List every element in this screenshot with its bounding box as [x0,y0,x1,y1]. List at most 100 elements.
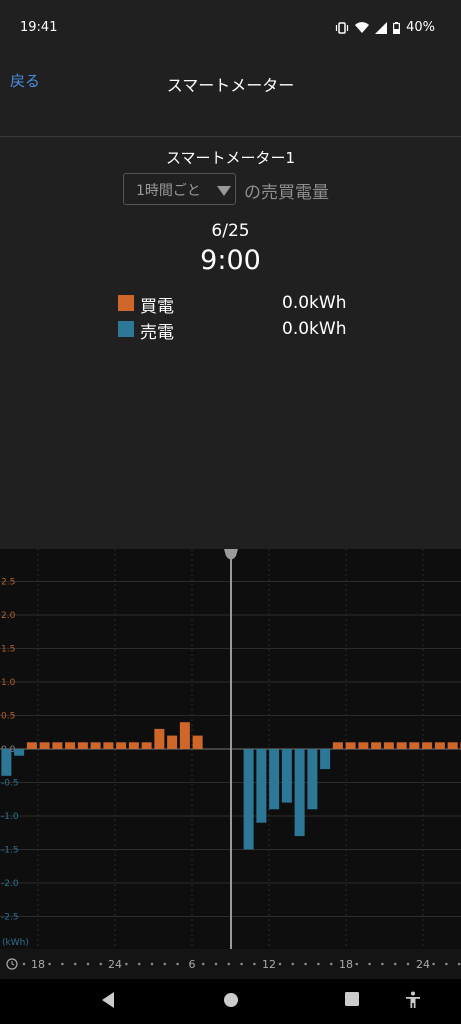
meter-panel: スマートメーター1 1時間ごと の売買電量 6/25 9:00 買電 0.0kW… [0,137,461,549]
back-icon[interactable] [100,991,116,1013]
buy-bar [409,742,420,749]
energy-chart[interactable]: 2.52.01.51.00.50.0-0.5-1.0-1.5-2.0-2.5(k… [0,549,461,949]
nav-bar: 戻る スマートメーター [0,58,461,137]
recents-icon[interactable] [344,991,360,1011]
buy-bar [192,735,203,749]
buy-bar [103,742,114,749]
chart-svg[interactable]: 2.52.01.51.00.50.0-0.5-1.0-1.5-2.0-2.5(k… [0,549,461,949]
dropdown-arrow-icon [217,184,231,200]
selected-date: 6/25 [211,221,250,241]
buy-bar [371,742,382,749]
buy-bar [358,742,369,749]
sell-bar [320,749,331,770]
sell-bar [281,749,292,803]
scrub-dot [381,962,384,966]
y-tick-label: 2.5 [1,578,15,588]
wifi-icon [355,21,370,34]
y-tick-label: -2.0 [1,879,19,889]
scrub-dot [227,962,231,966]
scrub-dot [73,962,77,966]
legend-buy: 買電 0.0kWh [118,292,358,317]
sell-bar [307,749,318,810]
home-icon[interactable] [222,991,240,1013]
y-tick-label: 2.0 [1,611,16,621]
y-tick-label: 0.5 [1,712,15,722]
unit-label: (kWh) [2,938,29,948]
status-time: 19:41 [20,20,58,35]
battery-icon [393,21,401,34]
buy-bar [383,742,394,749]
scrub-dot [432,962,435,966]
scrub-dot [368,962,371,966]
buy-bar [141,742,152,749]
system-nav-bar [0,979,461,1024]
buy-bar [65,742,76,749]
scrub-dot [393,962,397,966]
scrub-dot [355,962,359,966]
selected-time: 9:00 [200,245,261,276]
sell-bar [256,749,267,823]
signal-icon [375,21,388,34]
buy-bar [39,742,50,749]
sell-bar [294,749,305,837]
buy-bar [345,742,356,749]
scrub-dot [329,962,333,966]
scrub-dot [278,962,282,966]
sell-bar [243,749,254,850]
y-tick-label: -1.0 [1,812,19,822]
buy-bar [116,742,127,749]
buy-bar [434,742,445,749]
scrub-dot [304,962,307,966]
buy-bar [52,742,63,749]
legend-sell-label: 売電 [140,323,174,343]
scrub-dot [253,962,256,966]
meter-name: スマートメーター1 [165,149,296,167]
interval-select-value: 1時間ごと [136,183,201,199]
scrubber-svg[interactable]: 18 24 6 12 18 24 [0,949,461,979]
scrub-dot [406,962,410,966]
legend-buy-label: 買電 [140,297,174,317]
sell-bar [1,749,12,776]
time-scrubber[interactable]: 18 24 6 12 18 24 [0,949,461,979]
scrub-dot [150,962,154,966]
scrub-dot [125,962,128,966]
x-tick-label: 12 [262,958,276,971]
x-tick-label: 24 [416,958,430,971]
scrub-dot [163,962,167,966]
page-title: スマートメーター [166,76,295,95]
y-tick-label: -2.5 [1,913,19,923]
buy-swatch [118,295,134,311]
buy-bar [154,728,165,749]
battery-percent: 40% [406,20,435,35]
scrub-dot [214,962,218,966]
interval-select[interactable]: 1時間ごと [123,173,236,205]
status-bar: 19:41 40% [0,0,461,58]
buy-bar [167,735,178,749]
legend-sell: 売電 0.0kWh [118,318,358,343]
scrub-dot [317,962,320,966]
buy-bar [128,742,139,749]
buy-bar [90,742,101,749]
buy-bar [396,742,407,749]
legend-sell-value: 0.0kWh [282,319,347,339]
scrub-dot [291,962,295,966]
buy-bar [332,742,343,749]
y-tick-label: 1.5 [1,645,15,655]
y-tick-label: -1.5 [1,846,19,856]
scrub-dot [445,962,448,966]
scrub-dot [176,962,179,966]
scrub-dot [240,962,243,966]
scrub-dot [61,962,64,966]
interval-suffix: の売買電量 [244,183,329,203]
legend-buy-value: 0.0kWh [282,293,347,313]
status-icons: 40% [335,20,435,35]
x-tick-label: 18 [31,958,45,971]
scrub-dot [457,962,461,966]
sell-bar [269,749,280,810]
x-tick-label: 6 [189,958,196,971]
x-tick-label: 18 [339,958,353,971]
accessibility-icon[interactable] [405,991,421,1013]
x-tick-label: 24 [108,958,122,971]
sell-bar [14,749,25,756]
scrub-dot [137,962,141,966]
